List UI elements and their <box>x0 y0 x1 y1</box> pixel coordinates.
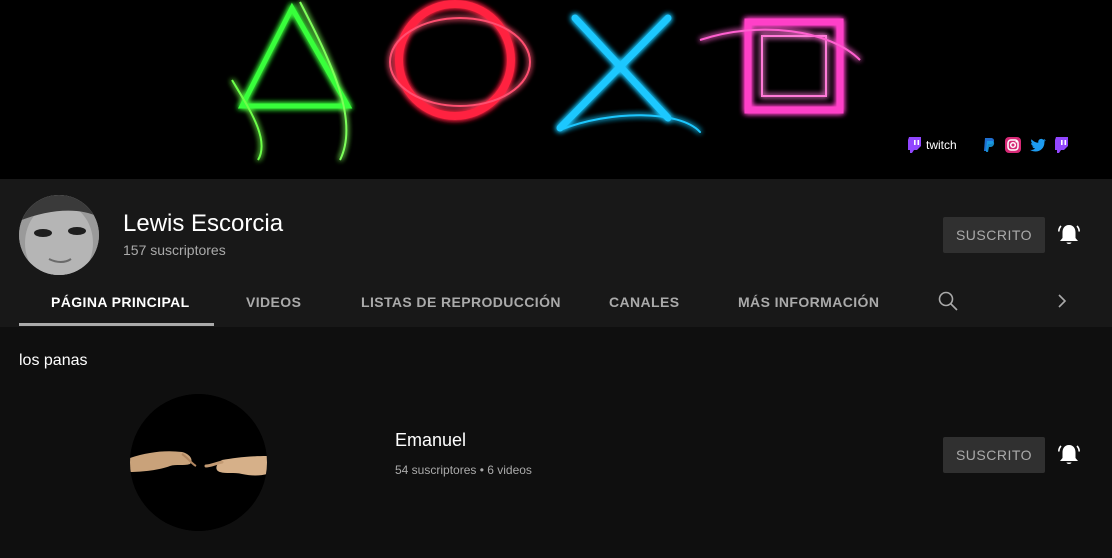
twitter-icon <box>1029 138 1046 152</box>
section-title[interactable]: los panas <box>19 352 88 370</box>
bell-icon <box>1058 225 1080 244</box>
notification-bell-button[interactable] <box>1057 223 1081 247</box>
instagram-link[interactable] <box>1004 137 1021 153</box>
subscribed-button[interactable]: SUSCRITO <box>943 217 1045 253</box>
featured-channel-meta: 54 suscriptores • 6 videos <box>395 463 532 477</box>
banner-links: twitch <box>908 135 1078 155</box>
featured-subscribed-button[interactable]: SUSCRITO <box>943 437 1045 473</box>
active-tab-indicator <box>19 323 214 326</box>
twitch-link-2[interactable] <box>1054 137 1069 153</box>
tab-videos[interactable]: VIDEOS <box>246 278 301 326</box>
triangle-shape <box>237 2 353 109</box>
home-content: los panas Emanuel 54 suscriptores • 6 vi… <box>0 327 1112 558</box>
search-icon <box>938 291 958 311</box>
twitch-icon <box>908 137 921 153</box>
twitch-link-label: twitch <box>926 138 957 152</box>
paypal-link[interactable] <box>982 137 996 153</box>
tab-about[interactable]: MÁS INFORMACIÓN <box>738 278 879 326</box>
channel-avatar-image <box>130 394 267 531</box>
channel-banner: twitch <box>0 0 1112 179</box>
chevron-right-icon <box>1058 294 1067 308</box>
tab-playlists[interactable]: LISTAS DE REPRODUCCIÓN <box>361 278 561 326</box>
tab-channels[interactable]: CANALES <box>609 278 679 326</box>
tab-search-button[interactable] <box>937 290 959 312</box>
channel-avatar[interactable] <box>19 195 99 275</box>
twitter-link[interactable] <box>1029 137 1046 153</box>
tab-home[interactable]: PÁGINA PRINCIPAL <box>51 278 190 326</box>
featured-channel-name[interactable]: Emanuel <box>395 430 466 451</box>
channel-name: Lewis Escorcia <box>123 210 284 237</box>
channel-header: Lewis Escorcia 157 suscriptores SUSCRITO… <box>0 179 1112 327</box>
featured-notification-bell-button[interactable] <box>1057 443 1081 467</box>
subscriber-count: 157 suscriptores <box>123 242 226 258</box>
channel-tabs: PÁGINA PRINCIPAL VIDEOS LISTAS DE REPROD… <box>0 278 1112 327</box>
featured-channel-avatar[interactable] <box>130 394 267 531</box>
paypal-icon <box>983 138 994 152</box>
twitch-link[interactable]: twitch <box>908 137 973 153</box>
tabs-next-button[interactable] <box>1052 290 1072 312</box>
twitch-icon <box>1054 137 1068 153</box>
avatar-photo <box>19 195 99 275</box>
instagram-icon <box>1004 137 1021 153</box>
circle-shape <box>395 0 515 120</box>
bell-icon <box>1058 445 1080 464</box>
